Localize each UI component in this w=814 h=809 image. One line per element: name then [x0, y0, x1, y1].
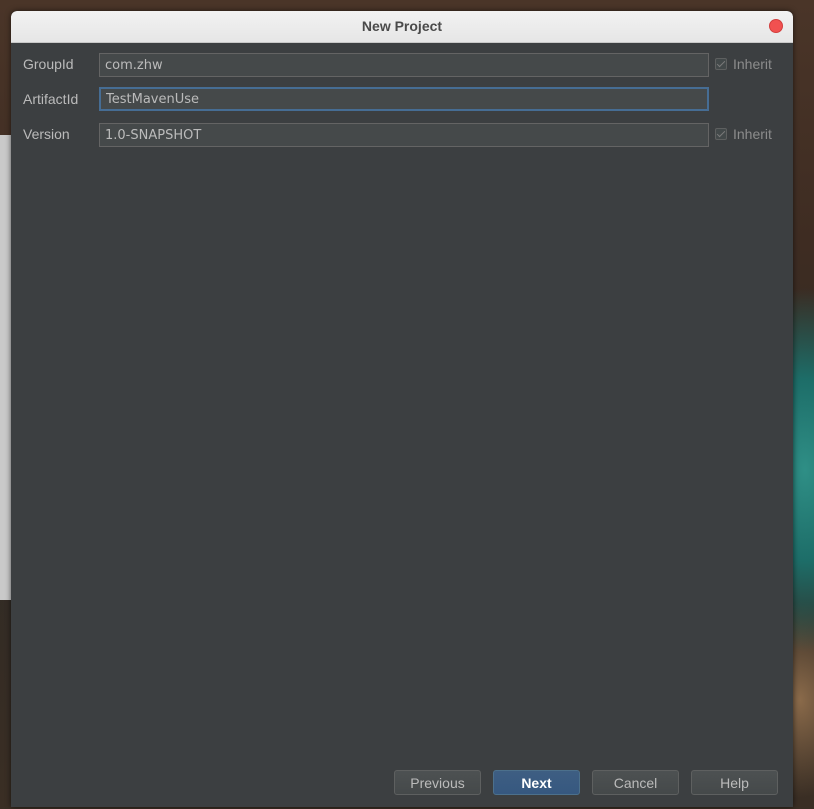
cancel-button[interactable]: Cancel: [592, 770, 679, 795]
group-id-row: GroupId Inherit: [11, 52, 793, 78]
group-id-input[interactable]: [99, 53, 709, 77]
artifact-id-label: ArtifactId: [23, 91, 79, 107]
group-id-label: GroupId: [23, 56, 74, 72]
help-button[interactable]: Help: [691, 770, 778, 795]
dialog-title: New Project: [361, 18, 443, 34]
version-label: Version: [23, 126, 70, 142]
close-button[interactable]: [769, 19, 783, 33]
previous-button[interactable]: Previous: [394, 770, 481, 795]
version-inherit-checkbox[interactable]: Inherit: [715, 126, 772, 142]
artifact-id-input[interactable]: [99, 87, 709, 111]
inherit-label: Inherit: [733, 56, 772, 72]
version-row: Version Inherit: [11, 122, 793, 148]
checkmark-icon: [715, 58, 727, 70]
artifact-id-row: ArtifactId: [11, 87, 793, 113]
next-button[interactable]: Next: [493, 770, 580, 795]
version-input[interactable]: [99, 123, 709, 147]
title-bar[interactable]: New Project: [11, 11, 793, 43]
group-id-inherit-checkbox[interactable]: Inherit: [715, 56, 772, 72]
inherit-label: Inherit: [733, 126, 772, 142]
new-project-dialog: New Project GroupId Inherit ArtifactId V…: [11, 11, 793, 807]
checkmark-icon: [715, 128, 727, 140]
